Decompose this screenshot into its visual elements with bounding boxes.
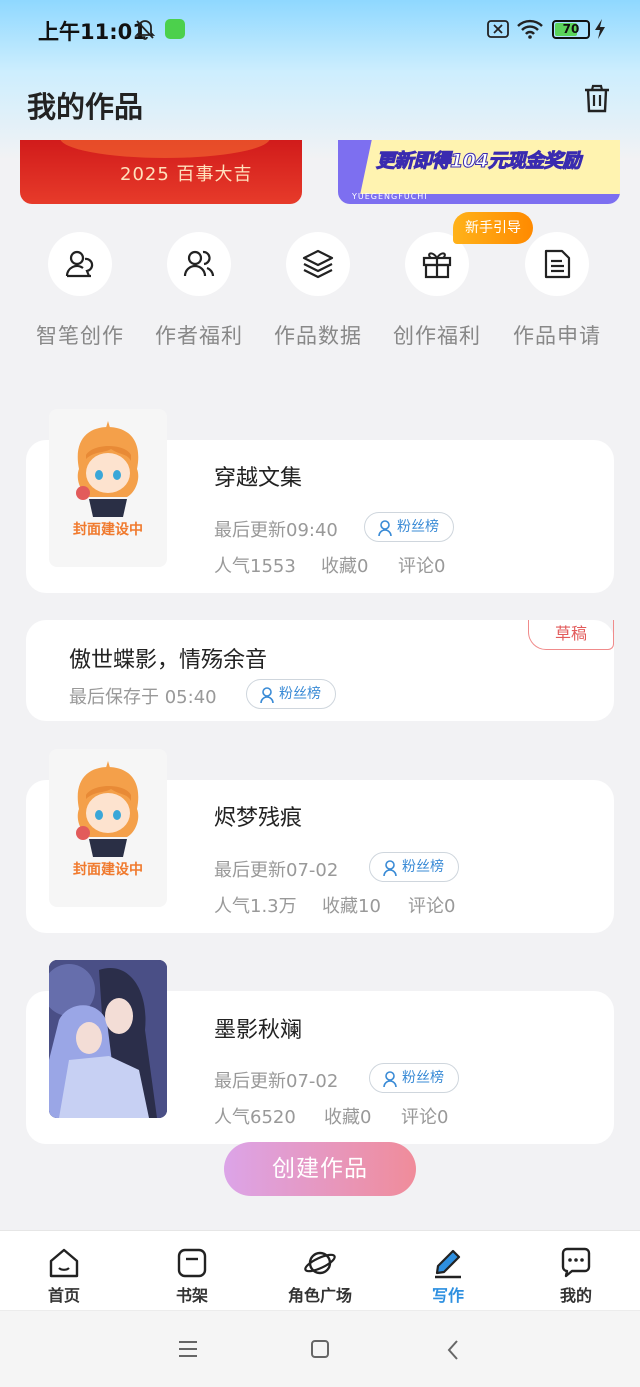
work-title: 烬梦残痕 (214, 806, 303, 831)
tab-mine[interactable]: 我的 (521, 1231, 631, 1311)
quick-action-label: 作者福利 (155, 324, 243, 348)
trash-icon[interactable] (583, 84, 611, 114)
quick-action-work-apply[interactable]: 作品申请 (507, 232, 607, 350)
tab-bookshelf[interactable]: 书架 (137, 1231, 247, 1311)
bell-muted-icon (134, 20, 156, 40)
work-cover-placeholder[interactable]: 封面建设中 (49, 409, 167, 567)
tab-home[interactable]: 首页 (9, 1231, 119, 1311)
fans-rank-button[interactable]: 粉丝榜 (369, 852, 459, 882)
guide-tag[interactable]: 新手引导 (453, 212, 533, 244)
create-work-button[interactable]: 创建作品 (224, 1142, 416, 1196)
document-icon (544, 249, 571, 279)
banner-left-text: 2025 百事大吉 (120, 164, 253, 185)
quick-action-circle (48, 232, 112, 296)
quick-action-work-data[interactable]: 作品数据 (268, 232, 368, 350)
work-title: 墨影秋斓 (214, 1018, 303, 1043)
work-last-update: 最后更新07-02 (214, 1071, 339, 1092)
wifi-icon (517, 19, 543, 39)
draft-tag: 草稿 (528, 620, 614, 650)
tab-label: 我的 (559, 1286, 592, 1305)
quick-action-smart-create[interactable]: 智笔创作 (30, 232, 130, 350)
work-title: 穿越文集 (214, 466, 303, 491)
tab-label: 写作 (431, 1286, 464, 1305)
banner-right-sub: YUEGENGFUCHI (352, 192, 428, 201)
cover-caption: 封面建设中 (73, 522, 143, 538)
fans-rank-button[interactable]: 粉丝榜 (246, 679, 336, 709)
work-popularity: 人气1553 (214, 556, 296, 577)
quick-action-circle (286, 232, 350, 296)
work-cover-image[interactable] (49, 960, 167, 1118)
battery-icon: 70 (552, 20, 590, 39)
battery-text: 70 (562, 22, 580, 36)
banner-left[interactable]: 2025 百事大吉 (20, 140, 302, 204)
fans-rank-label: 粉丝榜 (402, 1070, 444, 1086)
bottom-tab-bar: 首页 书架 角色广场 写作 我的 (0, 1230, 640, 1310)
quick-action-label: 智笔创作 (36, 324, 124, 348)
quick-action-label: 创作福利 (393, 324, 481, 348)
fans-rank-label: 粉丝榜 (397, 519, 439, 535)
home-square-icon[interactable] (310, 1339, 330, 1359)
quick-action-circle (167, 232, 231, 296)
work-comments: 评论0 (398, 556, 446, 577)
person-icon (378, 520, 392, 537)
work-popularity: 人气1.3万 (214, 896, 297, 917)
illustration-cover-icon (49, 960, 167, 1118)
work-popularity: 人气6520 (214, 1107, 296, 1128)
pen-icon (435, 1249, 461, 1279)
charging-icon (595, 19, 605, 39)
anime-avatar-icon (76, 421, 139, 517)
fans-rank-button[interactable]: 粉丝榜 (369, 1063, 459, 1093)
person-icon (383, 860, 397, 877)
system-nav-bar (0, 1310, 640, 1387)
tab-label: 角色广场 (287, 1286, 352, 1305)
home-icon (49, 1248, 79, 1278)
cover-caption: 封面建设中 (73, 862, 143, 878)
app-notification-icon (165, 19, 185, 39)
person-icon (260, 687, 274, 704)
quick-action-label: 作品数据 (274, 324, 362, 348)
work-last-update: 最后更新09:40 (214, 520, 338, 541)
banner-right-text: 更新即得104元现金奖励 (376, 150, 582, 173)
tab-write[interactable]: 写作 (393, 1231, 503, 1311)
quick-action-author-benefits[interactable]: 作者福利 (149, 232, 249, 350)
bookshelf-icon (177, 1248, 207, 1278)
work-favorites: 收藏0 (321, 556, 369, 577)
fans-rank-button[interactable]: 粉丝榜 (364, 512, 454, 542)
users-icon (183, 250, 215, 277)
work-last-update: 最后更新07-02 (214, 860, 339, 881)
work-last-saved: 最后保存于 05:40 (69, 687, 217, 708)
fans-rank-label: 粉丝榜 (402, 859, 444, 875)
tab-label: 书架 (175, 1286, 208, 1305)
back-icon[interactable] (446, 1339, 460, 1361)
work-favorites: 收藏0 (324, 1107, 372, 1128)
anime-avatar-icon (76, 761, 139, 857)
chat-bubble-icon (561, 1247, 591, 1278)
tab-character-square[interactable]: 角色广场 (265, 1231, 375, 1311)
person-icon (383, 1071, 397, 1088)
work-comments: 评论0 (401, 1107, 449, 1128)
gift-icon (422, 252, 452, 279)
fans-rank-label: 粉丝榜 (279, 686, 321, 702)
quick-action-label: 作品申请 (513, 324, 601, 348)
page-title: 我的作品 (27, 90, 144, 124)
tab-label: 首页 (47, 1286, 80, 1305)
status-bar: 上午11:01 70 (0, 0, 640, 60)
work-favorites: 收藏10 (322, 896, 381, 917)
planet-icon (304, 1251, 336, 1275)
banner-right[interactable]: 更新即得104元现金奖励 YUEGENGFUCHI (338, 140, 620, 204)
user-pen-icon (65, 250, 94, 278)
work-title: 傲世蝶影，情殇余音 (69, 648, 268, 673)
quick-action-creation-benefits[interactable]: 创作福利 (387, 232, 487, 350)
work-cover-placeholder[interactable]: 封面建设中 (49, 749, 167, 907)
banner-decoration (60, 140, 270, 158)
layers-icon (302, 249, 334, 279)
work-comments: 评论0 (408, 896, 456, 917)
sim-icon (487, 20, 509, 38)
menu-icon[interactable] (177, 1339, 199, 1359)
quick-action-circle (525, 232, 589, 296)
status-time: 上午11:01 (38, 20, 147, 44)
